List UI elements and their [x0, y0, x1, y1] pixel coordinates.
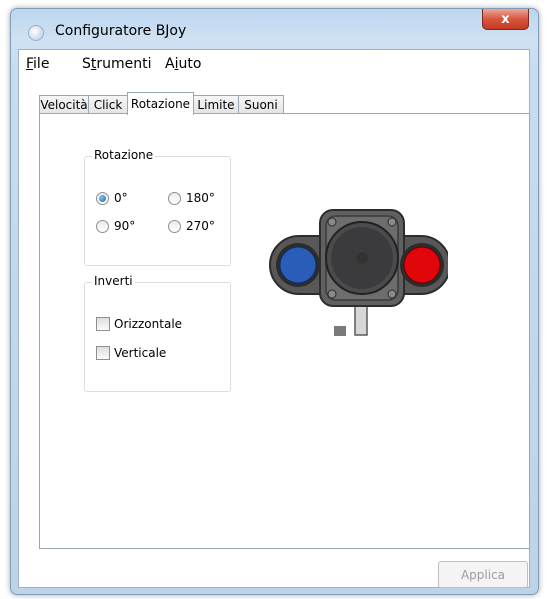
menu-bar: File Strumenti Aiuto [19, 50, 529, 76]
tab-velocita[interactable]: Velocità [39, 95, 89, 114]
rotation-group: Rotazione 0° 180° 90° 270° [84, 148, 231, 266]
tab-click[interactable]: Click [88, 95, 128, 114]
menu-aiuto[interactable]: Aiuto [165, 56, 201, 72]
menu-strumenti[interactable]: Strumenti [82, 56, 152, 72]
joystick-stick-icon [325, 221, 399, 295]
radio-90-degrees[interactable]: 90° [96, 219, 135, 233]
tab-limite[interactable]: Limite [193, 95, 239, 114]
checkbox-verticale[interactable]: Verticale [96, 346, 166, 360]
radio-0-degrees[interactable]: 0° [96, 191, 128, 205]
checkbox-icon [96, 317, 110, 331]
apply-button[interactable]: Applica [438, 561, 528, 588]
radio-180-degrees[interactable]: 180° [168, 191, 215, 205]
rotation-tab-panel: Rotazione 0° 180° 90° 270° Inverti Orizz… [39, 113, 530, 549]
radio-icon [168, 191, 181, 205]
radio-icon [96, 219, 109, 233]
title-bar[interactable]: Configuratore BJoy x [11, 9, 538, 49]
close-icon: x [501, 11, 510, 27]
window-title: Configuratore BJoy [55, 23, 187, 39]
app-window: Configuratore BJoy x File Strumenti Aiut… [10, 8, 539, 595]
radio-270-degrees[interactable]: 270° [168, 219, 215, 233]
close-button[interactable]: x [482, 9, 529, 30]
checkbox-icon [96, 346, 110, 360]
radio-selected-icon [96, 191, 109, 205]
app-icon [28, 25, 44, 41]
menu-file[interactable]: File [26, 56, 49, 72]
tab-rotazione[interactable]: Rotazione [127, 92, 194, 115]
tab-suoni[interactable]: Suoni [238, 95, 284, 114]
client-area: File Strumenti Aiuto Velocità Click Rota… [18, 49, 530, 588]
right-button-icon [400, 243, 444, 287]
joystick-illustration [269, 209, 448, 336]
invert-group: Inverti Orizzontale Verticale [84, 274, 231, 392]
invert-group-label: Inverti [92, 274, 135, 288]
left-button-icon [276, 243, 320, 287]
radio-icon [168, 219, 181, 233]
rotation-group-label: Rotazione [92, 148, 156, 162]
checkbox-orizzontale[interactable]: Orizzontale [96, 317, 182, 331]
